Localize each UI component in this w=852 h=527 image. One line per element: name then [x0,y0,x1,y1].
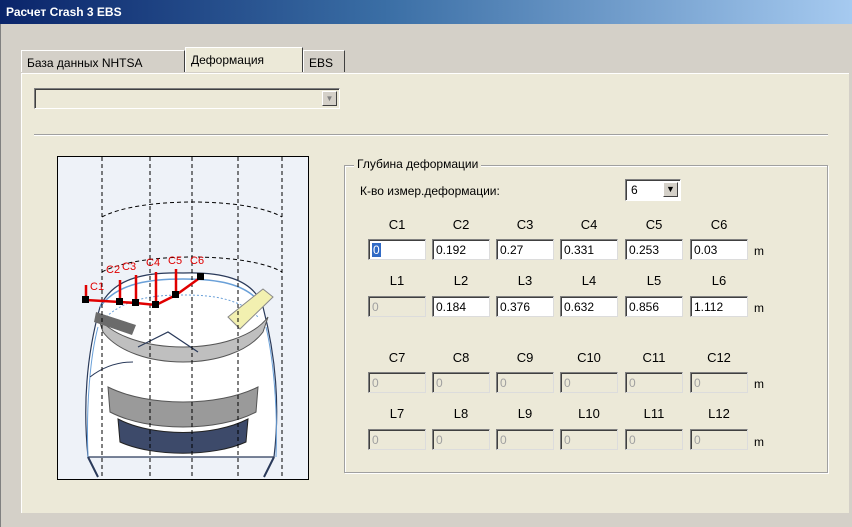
vehicle-deformation-diagram: C1 C2 C3 C4 C5 C6 [57,156,309,480]
c10-input: 0 [560,372,618,393]
header-c3: C3 [516,217,534,232]
header-l8: L8 [453,406,469,421]
measurement-count-label: К-во измер.деформации: [360,184,500,198]
header-c4: C4 [580,217,598,232]
header-l7: L7 [389,406,405,421]
header-l5: L5 [646,273,662,288]
header-c10: C10 [577,350,601,365]
tab-label: Деформация [191,53,265,67]
header-c8: C8 [452,350,470,365]
header-c1: C1 [388,217,406,232]
header-l10: L10 [578,406,600,421]
c1-value: 0 [372,243,381,257]
l12-input: 0 [690,429,748,450]
header-l9: L9 [517,406,533,421]
group-title: Глубина деформации [354,157,482,171]
unit-label: m [754,301,764,315]
l1-input: 0 [368,296,426,317]
l9-input: 0 [496,429,554,450]
car-top-view-drawing: C1 C2 C3 C4 C5 C6 [58,157,308,479]
point-label-c6: C6 [190,255,204,267]
tab-ebs[interactable]: EBS [303,50,345,72]
point-label-c1: C1 [90,281,104,293]
chevron-down-icon[interactable]: ▼ [322,91,337,106]
header-l6: L6 [711,273,727,288]
vehicle-select[interactable]: ▼ [34,88,340,109]
header-l12: L12 [708,406,730,421]
header-l2: L2 [453,273,469,288]
point-label-c2: C2 [106,264,120,276]
c4-input[interactable]: 0.331 [560,239,618,260]
header-c11: C11 [642,350,666,365]
header-l4: L4 [581,273,597,288]
tab-label: База данных NHTSA [27,56,143,70]
chevron-down-icon[interactable]: ▼ [663,182,678,197]
c3-input[interactable]: 0.27 [496,239,554,260]
c9-input: 0 [496,372,554,393]
c1-input[interactable]: 0 [368,239,426,260]
header-c6: C6 [710,217,728,232]
c8-input: 0 [432,372,490,393]
c7-input: 0 [368,372,426,393]
header-c9: C9 [516,350,534,365]
c6-input[interactable]: 0.03 [690,239,748,260]
l5-input[interactable]: 0.856 [625,296,683,317]
window-title: Расчет Crash 3 EBS [0,0,852,24]
unit-label: m [754,244,764,258]
header-l3: L3 [517,273,533,288]
l7-input: 0 [368,429,426,450]
point-label-c4: C4 [146,257,160,269]
point-label-c3: C3 [122,261,136,273]
l10-input: 0 [560,429,618,450]
tab-deformation[interactable]: Деформация [185,47,303,72]
c11-input: 0 [625,372,683,393]
l3-input[interactable]: 0.376 [496,296,554,317]
tab-label: EBS [309,56,334,70]
l2-input[interactable]: 0.184 [432,296,490,317]
deformation-depth-group [344,165,828,473]
header-l1: L1 [389,273,405,288]
tab-nhtsa-database[interactable]: База данных NHTSA [21,50,185,72]
header-c7: C7 [388,350,406,365]
l11-input: 0 [625,429,683,450]
l8-input: 0 [432,429,490,450]
header-c12: C12 [707,350,731,365]
header-c5: C5 [645,217,663,232]
c12-input: 0 [690,372,748,393]
header-l11: L11 [643,406,665,421]
unit-label: m [754,435,764,449]
separator [34,134,828,136]
l4-input[interactable]: 0.632 [560,296,618,317]
c5-input[interactable]: 0.253 [625,239,683,260]
header-c2: C2 [452,217,470,232]
c2-input[interactable]: 0.192 [432,239,490,260]
point-label-c5: C5 [168,255,182,267]
l6-input[interactable]: 1.112 [690,296,748,317]
measurement-count-select[interactable]: 6 ▼ [625,179,681,201]
measurement-count-value: 6 [631,183,638,197]
unit-label: m [754,377,764,391]
